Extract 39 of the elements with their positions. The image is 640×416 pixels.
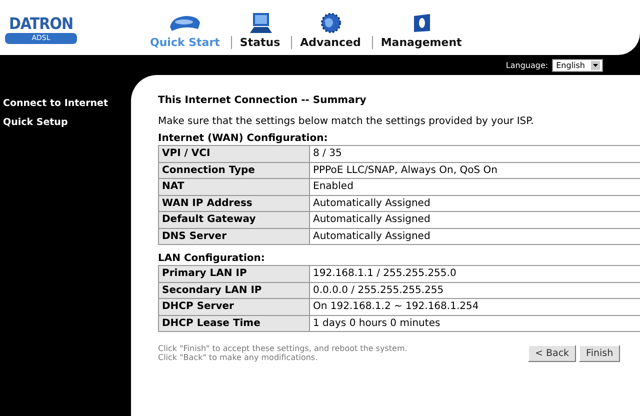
field-value: 1 days 0 hours 0 minutes [310,315,640,332]
field-value: PPPoE LLC/SNAP, Always On, QoS On [310,162,640,178]
field-value: Automatically Assigned [310,212,640,228]
section-heading: LAN Configuration: [158,253,266,265]
sidebar-link[interactable]: Quick Setup [3,117,131,128]
page-title: This Internet Connection -- Summary [158,95,368,106]
book-icon[interactable] [412,12,432,34]
field-label: Primary LAN IP [158,266,310,282]
field-value: On 192.168.1.2 ~ 192.168.1.254 [310,298,640,315]
field-value: Automatically Assigned [310,195,640,212]
instruction-text: Click "Finish" to accept these settings, and reboot the system. [158,344,408,353]
nav-tab[interactable]: Status [230,36,282,49]
instruction-text: Click "Back" to make any modifications. [158,353,319,362]
caret-icon [591,60,600,70]
field-value: 8 / 35 [310,146,640,162]
language-dropdown[interactable]: English [552,58,603,72]
logo-text: DATRON [8,15,74,33]
field-label: DHCP Server [158,298,310,315]
back-button[interactable]: < Back [528,344,576,362]
globe-icon[interactable] [318,12,343,34]
field-label: Secondary LAN IP [158,282,310,298]
language-label: Language: [506,60,548,70]
field-label: Connection Type [158,162,310,178]
sidebar-link[interactable]: Connect to Internet [3,98,131,109]
section-heading: Internet (WAN) Configuration: [158,133,329,145]
field-label: DHCP Lease Time [158,315,310,332]
field-label: Default Gateway [158,212,310,228]
field-value: 192.168.1.1 / 255.255.255.0 [310,266,640,282]
field-value: Automatically Assigned [310,228,640,244]
field-value: Enabled [310,178,640,195]
field-label: DNS Server [158,228,310,244]
field-label: NAT [158,178,310,195]
nav-tab[interactable]: Management [372,36,464,49]
finish-button[interactable]: Finish [579,344,620,362]
intro-text: Make sure that the settings below match the settings provided by your ISP. [158,116,535,127]
computer-icon[interactable] [248,12,273,34]
nav-tab[interactable]: Advanced [291,36,363,49]
field-label: VPI / VCI [158,146,310,162]
field-label: WAN IP Address [158,195,310,212]
